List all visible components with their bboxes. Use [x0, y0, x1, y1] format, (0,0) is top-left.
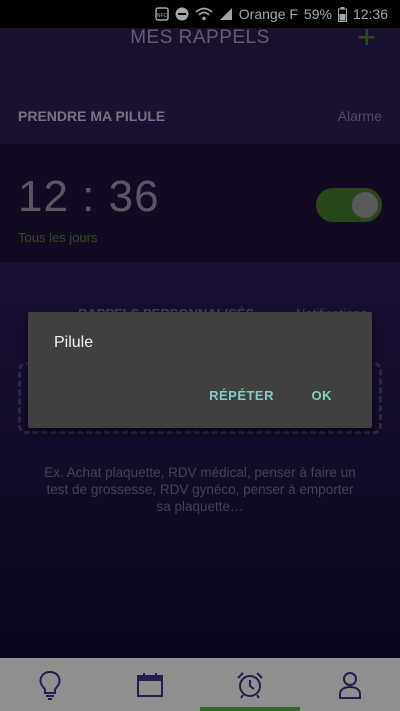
alarm-time[interactable]: 12 : 36 — [18, 172, 160, 222]
signal-icon — [219, 7, 233, 21]
battery-icon — [337, 6, 347, 22]
alarm-clock-icon — [235, 671, 265, 699]
battery-percent: 59% — [303, 6, 332, 22]
carrier-name: Orange F — [238, 6, 298, 22]
nfc-icon: NFC — [155, 7, 169, 21]
add-reminder-button[interactable]: + — [357, 21, 376, 53]
alarm-card[interactable]: 12 : 36 Tous les jours — [0, 144, 400, 262]
dialog-title: Pilule — [54, 334, 94, 351]
svg-text:NFC: NFC — [157, 13, 168, 19]
lightbulb-icon — [38, 670, 62, 700]
do-not-disturb-icon — [175, 7, 189, 21]
reminder-dialog: Pilule RÉPÉTER OK — [28, 312, 372, 428]
toggle-knob — [352, 192, 378, 218]
alarm-toggle[interactable] — [316, 188, 382, 222]
repeat-button[interactable]: RÉPÉTER — [209, 388, 274, 403]
page-title: MES RAPPELS — [130, 27, 270, 48]
status-bar: NFC Orange F 59% 12:36 — [0, 0, 400, 28]
nav-calendar[interactable] — [100, 658, 200, 711]
bottom-nav — [0, 658, 400, 711]
section-header: PRENDRE MA PILULE Alarme — [0, 108, 400, 132]
nav-profile[interactable] — [300, 658, 400, 711]
wifi-icon — [195, 7, 213, 21]
profile-icon — [338, 671, 362, 699]
nav-reminders[interactable] — [200, 658, 300, 711]
hint-text: Ex. Achat plaquette, RDV médical, penser… — [44, 465, 356, 514]
ok-button[interactable]: OK — [312, 388, 333, 403]
section-title: PRENDRE MA PILULE — [18, 108, 166, 124]
alarm-label: Alarme — [337, 108, 382, 124]
calendar-icon — [136, 672, 164, 698]
active-tab-indicator — [200, 707, 300, 711]
nav-tips[interactable] — [0, 658, 100, 711]
alarm-repeat-label: Tous les jours — [18, 230, 98, 245]
